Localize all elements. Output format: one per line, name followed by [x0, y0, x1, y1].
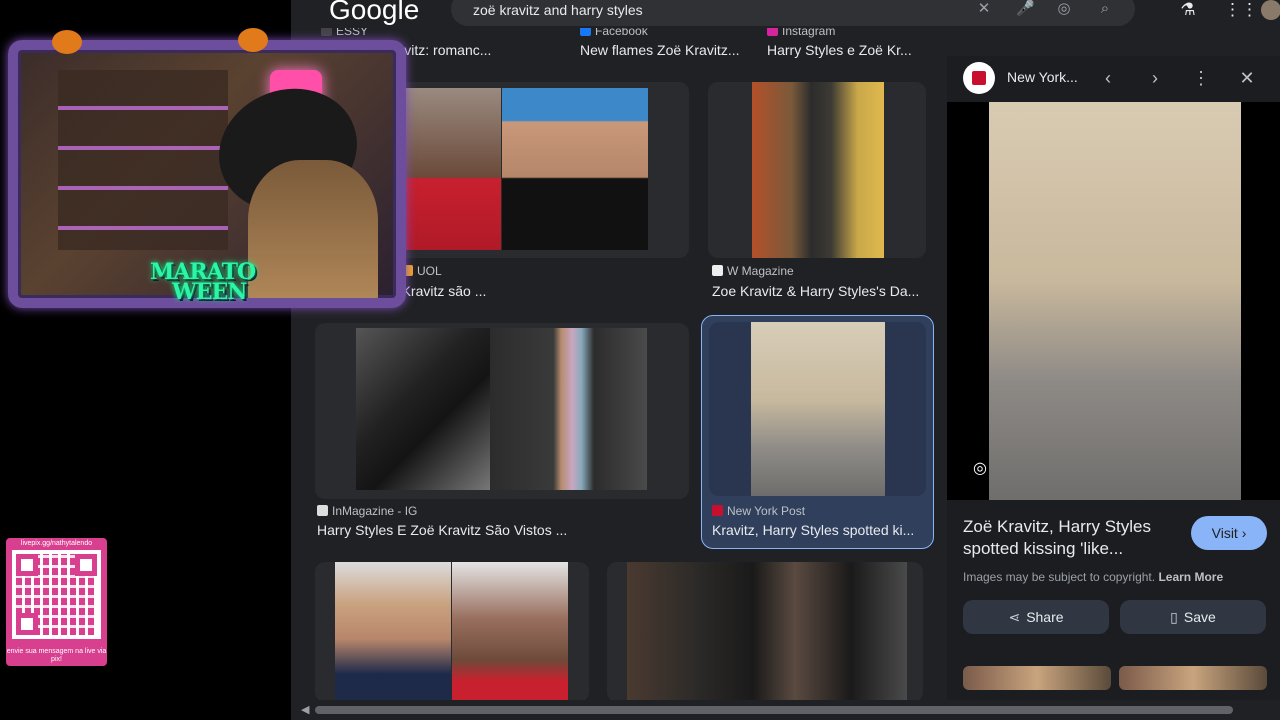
- scrollbar-thumb[interactable]: [315, 706, 1233, 714]
- result-thumbnail[interactable]: [315, 323, 689, 499]
- visit-button[interactable]: Visit ›: [1191, 516, 1267, 550]
- qr-caption: envie sua mensagem na live via pix!: [6, 648, 107, 663]
- panel-source-name[interactable]: New York...: [1007, 69, 1078, 85]
- preview-title[interactable]: Zoë Kravitz, Harry Styles spotted kissin…: [963, 516, 1173, 560]
- source-favicon: [712, 505, 723, 516]
- qr-url: livepix.gg/nathytalendo: [20, 540, 93, 547]
- google-logo[interactable]: Google: [329, 0, 419, 26]
- pix-qr-card: livepix.gg/nathytalendo envie sua mensag…: [6, 538, 107, 666]
- result-card[interactable]: [708, 82, 926, 258]
- result-card[interactable]: [315, 562, 589, 700]
- result-card-selected[interactable]: New York Post Kravitz, Harry Styles spot…: [701, 315, 934, 549]
- preview-photo: [989, 102, 1241, 500]
- result-title[interactable]: Harry Styles e Zoë Kr...: [767, 42, 927, 58]
- horizontal-scrollbar[interactable]: ◀: [291, 700, 1280, 720]
- result-title[interactable]: Harry Styles E Zoë Kravitz São Vistos ..…: [317, 522, 617, 538]
- maratoween-logo: MARATO WEEN: [150, 259, 256, 305]
- result-title[interactable]: Zoe Kravitz & Harry Styles's Da...: [712, 283, 924, 299]
- result-thumbnail[interactable]: [315, 562, 589, 700]
- related-images-strip[interactable]: [963, 666, 1267, 690]
- lens-search-icon[interactable]: ◎: [967, 456, 993, 482]
- top-bar: Google ✕ 🎤 ◎ ⌕ ⚗ ⋮⋮: [291, 0, 1280, 28]
- pumpkin-decoration: [52, 30, 82, 54]
- source-favicon: [712, 265, 723, 276]
- browser-viewport: Google ✕ 🎤 ◎ ⌕ ⚗ ⋮⋮ ESSY les e Zoë Kravi…: [291, 0, 1280, 720]
- copyright-notice: Images may be subject to copyright. Lear…: [963, 570, 1224, 584]
- panel-header: New York... ‹ › ⋮ ✕: [947, 56, 1280, 102]
- result-card[interactable]: [607, 562, 923, 700]
- account-avatar[interactable]: [1261, 0, 1280, 20]
- result-card[interactable]: [315, 323, 689, 499]
- scroll-left-icon[interactable]: ◀: [301, 703, 309, 716]
- preview-image[interactable]: ◎: [947, 102, 1280, 500]
- source-favicon: [321, 28, 332, 36]
- bookmark-icon: ▯: [1170, 609, 1178, 625]
- microphone-icon[interactable]: 🎤: [1016, 0, 1035, 18]
- save-button[interactable]: ▯ Save: [1120, 600, 1266, 634]
- labs-flask-icon[interactable]: ⚗: [1177, 0, 1199, 22]
- result-thumbnail[interactable]: [708, 82, 926, 258]
- result-source: New York Post: [712, 504, 805, 518]
- next-icon[interactable]: ›: [1142, 65, 1168, 91]
- apps-grid-icon[interactable]: ⋮⋮: [1224, 0, 1258, 22]
- facebook-icon: [580, 28, 591, 36]
- result-source: Instagram: [767, 28, 835, 38]
- result-thumbnail[interactable]: [607, 562, 923, 700]
- image-preview-panel: New York... ‹ › ⋮ ✕ ◎ Zoë Kravitz, Harry…: [947, 56, 1280, 720]
- search-input[interactable]: [473, 0, 973, 20]
- source-favicon: [963, 62, 995, 94]
- result-thumbnail[interactable]: [709, 322, 926, 496]
- source-favicon: [317, 505, 328, 516]
- lens-camera-icon[interactable]: ◎: [1055, 0, 1073, 18]
- result-title[interactable]: Kravitz, Harry Styles spotted ki...: [712, 522, 924, 538]
- previous-icon[interactable]: ‹: [1095, 65, 1121, 91]
- result-source: UOL: [402, 264, 442, 278]
- result-source: W Magazine: [712, 264, 794, 278]
- close-icon[interactable]: ✕: [1234, 65, 1260, 91]
- pumpkin-decoration: [238, 28, 268, 52]
- result-title[interactable]: New flames Zoë Kravitz...: [580, 42, 750, 58]
- share-icon: ⋖: [1008, 609, 1021, 625]
- learn-more-link[interactable]: Learn More: [1158, 570, 1223, 584]
- result-source: InMagazine - IG: [317, 504, 417, 518]
- clear-icon[interactable]: ✕: [975, 0, 993, 18]
- search-icon[interactable]: ⌕: [1096, 0, 1114, 18]
- instagram-icon: [767, 28, 778, 36]
- result-source: Facebook: [580, 28, 648, 38]
- more-options-icon[interactable]: ⋮: [1188, 65, 1214, 91]
- search-box[interactable]: ✕ 🎤 ◎ ⌕: [451, 0, 1135, 26]
- qr-code: [12, 550, 101, 639]
- result-source: ESSY: [321, 28, 368, 38]
- share-button[interactable]: ⋖ Share: [963, 600, 1109, 634]
